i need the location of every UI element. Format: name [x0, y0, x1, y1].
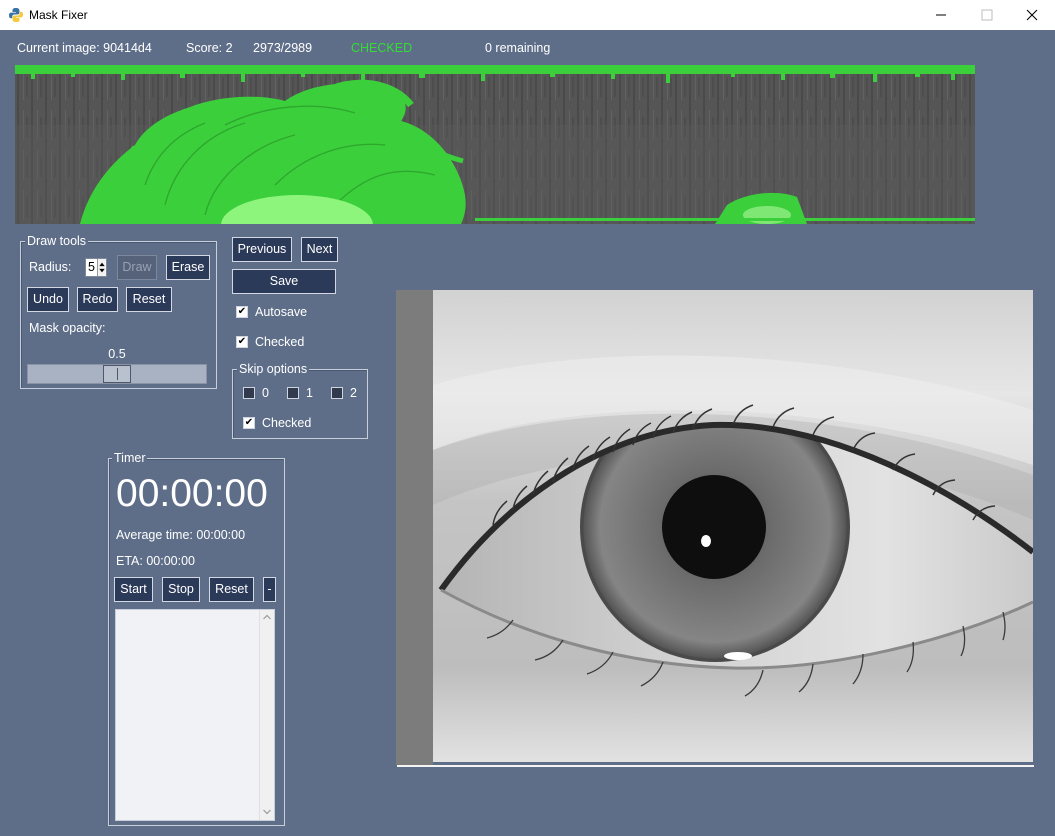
skip-option-2-label: 2 [350, 386, 357, 400]
skip-option-1-label: 1 [306, 386, 313, 400]
timer-title: Timer [112, 451, 148, 465]
timer-stop-button[interactable]: Stop [162, 577, 200, 602]
mask-opacity-label: Mask opacity: [29, 321, 106, 335]
eye-image[interactable] [433, 290, 1033, 762]
skip-options-title: Skip options [237, 362, 310, 376]
erase-button[interactable]: Erase [166, 255, 210, 280]
score-label: Score: 2 [186, 41, 233, 55]
autosave-checkbox[interactable]: ✔ [236, 306, 248, 318]
skip-checked-checkbox[interactable]: ✔ [243, 417, 255, 429]
next-button[interactable]: Next [301, 237, 338, 262]
skip-option-1-checkbox[interactable] [287, 387, 299, 399]
image-canvas-panel[interactable] [395, 288, 1035, 770]
radius-label: Radius: [29, 260, 72, 274]
timer-collapse-button[interactable]: - [263, 577, 276, 602]
previous-button[interactable]: Previous [232, 237, 292, 262]
undo-button[interactable]: Undo [27, 287, 69, 312]
autosave-label: Autosave [255, 305, 308, 319]
mask-opacity-slider[interactable] [27, 364, 207, 384]
mask-opacity-slider-handle[interactable] [103, 365, 131, 383]
canvas-margin-strip [396, 290, 433, 765]
spin-arrows-icon[interactable] [97, 259, 106, 276]
timer-reset-button[interactable]: Reset [209, 577, 254, 602]
timer-log[interactable] [115, 609, 275, 821]
checked-label: Checked [255, 335, 305, 349]
window-title: Mask Fixer [29, 8, 88, 22]
timer-display: 00:00:00 [116, 472, 268, 515]
redo-button[interactable]: Redo [77, 287, 118, 312]
radius-value: 5 [88, 260, 95, 274]
close-icon[interactable] [1009, 0, 1055, 30]
draw-button[interactable]: Draw [117, 255, 157, 280]
canvas-bottom-border [397, 765, 1034, 767]
skip-option-2-checkbox[interactable] [331, 387, 343, 399]
checked-checkbox[interactable]: ✔ [236, 336, 248, 348]
checked-status-label: CHECKED [351, 41, 413, 55]
progress-label: 2973/2989 [253, 41, 313, 55]
eta-label: ETA: 00:00:00 [116, 554, 195, 568]
timer-log-scrollbar[interactable] [259, 610, 274, 820]
python-logo-icon [9, 8, 23, 22]
draw-tools-title: Draw tools [25, 234, 89, 248]
skip-checked-label: Checked [262, 416, 312, 430]
chevron-down-icon[interactable] [262, 808, 272, 816]
skip-option-0-label: 0 [262, 386, 269, 400]
minimize-icon[interactable] [918, 0, 964, 30]
title-bar: Mask Fixer [0, 0, 1055, 30]
save-button[interactable]: Save [232, 269, 336, 294]
average-time-label: Average time: 00:00:00 [116, 528, 246, 542]
remaining-label: 0 remaining [485, 41, 551, 55]
mask-preview-banner[interactable] [15, 65, 975, 224]
skip-option-0-checkbox[interactable] [243, 387, 255, 399]
draw-reset-button[interactable]: Reset [126, 287, 172, 312]
chevron-up-icon[interactable] [262, 613, 272, 621]
timer-start-button[interactable]: Start [114, 577, 153, 602]
radius-spinbox[interactable]: 5 [85, 258, 107, 277]
mask-opacity-value: 0.5 [108, 347, 126, 361]
maximize-icon[interactable] [964, 0, 1010, 30]
current-image-label: Current image: 90414d4 [17, 41, 152, 55]
